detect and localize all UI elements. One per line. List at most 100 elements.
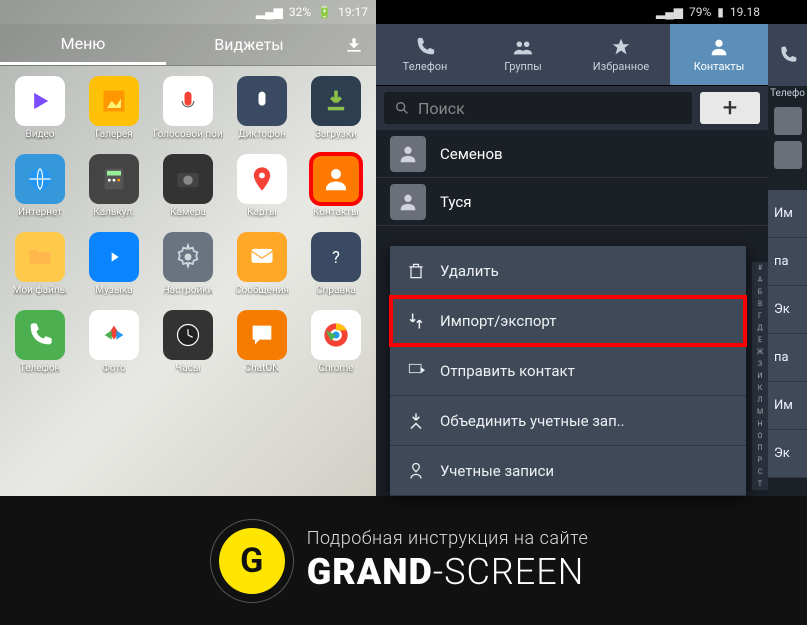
menu-item-partial[interactable]: па [768,238,807,286]
app-camera-icon[interactable]: Камера [152,154,224,218]
app-label: Настройки [163,285,214,296]
app-label: Часы [175,363,200,374]
app-label: Голосовой поиск [153,129,223,140]
tab-phone-partial[interactable]: Телефо [768,86,807,101]
avatar [390,184,426,220]
battery-pct: 79% [689,5,711,19]
video-icon [15,76,65,126]
recorder-icon [237,76,287,126]
app-label: Мои файлы [13,285,68,296]
messages-icon [237,232,287,282]
menu-item-partial[interactable]: па [768,334,807,382]
clock-icon [163,310,213,360]
app-calculator-icon[interactable]: Калькул. [78,154,150,218]
battery-icon: 🔋 [317,5,332,19]
logo-icon: G [219,528,285,594]
app-gallery-icon[interactable]: Галерея [78,76,150,140]
app-label: Калькул. [93,207,134,218]
phone-app-drawer: ▂▄▆ 32% 🔋 19:17 Меню Виджеты ВидеоГалере… [0,0,376,496]
gallery-icon [89,76,139,126]
menu-item-partial[interactable]: Эк [768,430,807,478]
phone-icon [778,45,798,65]
menu-accounts[interactable]: Учетные записи [390,446,746,496]
chrome-icon [311,310,361,360]
app-messages-icon[interactable]: Сообщения [226,232,298,296]
app-maps-icon[interactable]: Карты [226,154,298,218]
app-phone-icon[interactable]: Телефон [4,310,76,374]
app-label: Фото [102,363,126,374]
app-label: Камера [170,207,206,218]
search-icon [394,100,410,116]
photos-icon [89,310,139,360]
menu-merge-accounts[interactable]: Объединить учетные зап.. [390,396,746,446]
avatar [390,136,426,172]
app-label: ChatON [245,363,280,374]
menu-item-partial[interactable]: Им [768,382,807,430]
phone-partial: Телефо ИмпаЭкпаИмЭк [768,0,807,496]
app-recorder-icon[interactable]: Диктофон [226,76,298,140]
tab-favorites[interactable]: Избранное [572,24,670,85]
voice-search-icon [163,76,213,126]
signal-icon: ▂▄▆ [656,5,683,19]
chaton-icon [237,310,287,360]
clock: 19.18 [730,5,760,19]
app-label: Сообщения [235,285,289,296]
app-help-icon[interactable]: ? Справка [300,232,372,296]
files-icon [15,232,65,282]
menu-send-contact[interactable]: Отправить контакт [390,346,746,396]
status-bar: ▂▄▆ 79% ▮ 19.18 [376,0,768,24]
app-label: Контакты [313,207,359,218]
add-contact-button[interactable]: + [700,92,760,124]
menu-delete[interactable]: Удалить [390,246,746,296]
footer-banner: G Подробная инструкция на сайте GRAND-SC… [0,496,807,625]
app-downloads-icon[interactable]: Загрузки [300,76,372,140]
svg-text:?: ? [332,248,340,267]
app-files-icon[interactable]: Мои файлы [4,232,76,296]
alphabet-index[interactable]: #АБВГДЕЖЗИКЛМНОПРСТ [752,262,768,490]
tab-contacts[interactable]: Контакты [670,24,768,85]
tab-phone[interactable]: Телефон [376,24,474,85]
menu-item-partial[interactable]: Эк [768,286,807,334]
app-internet-icon[interactable]: Интернет [4,154,76,218]
app-label: Chrome [318,363,353,374]
contact-row[interactable]: Семенов [376,130,768,178]
app-music-icon[interactable]: Музыка [78,232,150,296]
calculator-icon [89,154,139,204]
app-label: Галерея [95,129,132,140]
downloads-icon [311,76,361,126]
menu-import-export[interactable]: Импорт/экспорт [390,296,746,346]
app-settings-icon[interactable]: Настройки [152,232,224,296]
app-contacts-icon[interactable]: Контакты [300,154,372,218]
app-label: Загрузки [315,129,357,140]
app-chaton-icon[interactable]: ChatON [226,310,298,374]
camera-icon [163,154,213,204]
tab-groups[interactable]: Группы [474,24,572,85]
phone-contacts: ▂▄▆ 79% ▮ 19.18 ТелефонГруппыИзбранноеКо… [376,0,768,496]
app-voice-search-icon[interactable]: Голосовой поиск [152,76,224,140]
menu-item-partial[interactable]: Им [768,190,807,238]
app-label: Интернет [18,207,62,218]
app-video-icon[interactable]: Видео [4,76,76,140]
app-chrome-icon[interactable]: Chrome [300,310,372,374]
avatar [774,107,802,135]
footer-tagline: Подробная инструкция на сайте [307,528,589,549]
drawer-tabs: Меню Виджеты [0,24,376,66]
context-menu: УдалитьИмпорт/экспортОтправить контактОб… [390,246,746,496]
app-photos-icon[interactable]: Фото [78,310,150,374]
app-label: Справка [316,285,356,296]
search-input[interactable]: Поиск [384,92,692,124]
footer-brand: GRAND-SCREEN [307,551,589,593]
app-label: Телефон [20,363,61,374]
battery-pct: 32% [289,5,311,19]
contact-row[interactable]: Туся [376,178,768,226]
download-button[interactable] [332,24,376,65]
signal-icon: ▂▄▆ [256,5,283,19]
tab-widgets[interactable]: Виджеты [166,24,332,65]
tab-menu[interactable]: Меню [0,24,166,65]
contact-name: Семенов [440,145,503,163]
app-label: Карты [247,207,277,218]
contacts-icon [311,154,361,204]
app-clock-icon[interactable]: Часы [152,310,224,374]
settings-icon [163,232,213,282]
search-placeholder: Поиск [418,99,465,118]
